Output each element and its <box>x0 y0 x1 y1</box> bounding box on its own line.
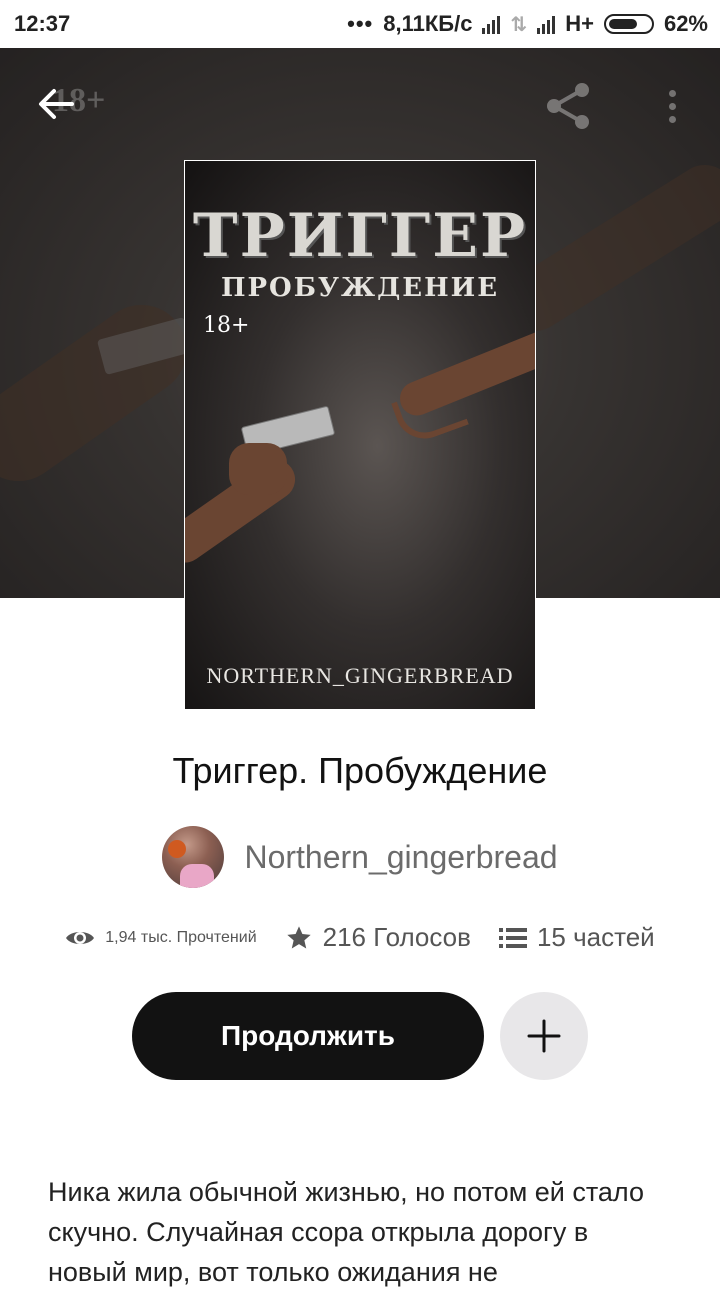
share-button[interactable] <box>540 78 596 134</box>
status-bar: 12:37 ••• 8,11КБ/с ⇅ H+ 62% <box>0 0 720 48</box>
author-name[interactable]: Northern_gingerbread <box>244 839 557 876</box>
cover-rating: 18+ <box>203 313 250 338</box>
network-speed: 8,11КБ/с <box>383 11 473 36</box>
stats-row: 1,94 тыс. Прочтений 216 Голосов 15 часте… <box>0 922 720 953</box>
battery-percent: 62% <box>663 11 708 36</box>
signal-icon-2 <box>537 14 556 34</box>
star-icon <box>286 925 311 948</box>
notification-dots: ••• <box>347 11 374 36</box>
share-icon <box>547 83 589 129</box>
cover-author: NORTHERN_GINGERBREAD <box>206 663 514 688</box>
data-transfer-icon: ⇅ <box>510 13 528 36</box>
back-button[interactable] <box>34 82 78 126</box>
signal-icon <box>482 14 501 34</box>
continue-reading-button[interactable]: Продолжить <box>132 992 484 1080</box>
book-cover[interactable]: ТРИГГЕР ПРОБУЖДЕНИЕ 18+ NORTHERN_GINGERB… <box>184 160 536 710</box>
add-to-library-button[interactable] <box>500 992 588 1080</box>
reads-stat: 1,94 тыс. Прочтений <box>65 927 257 949</box>
book-description: Ника жила обычной жизнью, но потом ей ст… <box>48 1177 645 1287</box>
plus-icon <box>527 1019 561 1053</box>
cover-subtitle: ПРОБУЖДЕНИЕ <box>220 273 500 303</box>
parts-stat: 15 частей <box>498 922 655 953</box>
votes-stat: 216 Голосов <box>285 922 471 953</box>
reads-count: 1,94 тыс. Прочтений <box>105 928 257 946</box>
arrow-left-icon <box>39 89 74 119</box>
battery-icon <box>603 14 654 34</box>
author-row[interactable]: Northern_gingerbread <box>0 826 720 888</box>
parts-count: 15 частей <box>536 922 655 952</box>
more-options-button[interactable] <box>652 78 692 134</box>
network-type: H+ <box>565 11 594 36</box>
list-icon <box>498 927 527 948</box>
status-right: ••• 8,11КБ/с ⇅ H+ 62% <box>347 11 708 37</box>
author-avatar[interactable] <box>162 826 225 888</box>
more-vertical-icon <box>668 89 676 97</box>
votes-count: 216 Голосов <box>322 922 471 952</box>
cover-title: ТРИГГЕР <box>192 201 528 271</box>
cover-fist-decoration <box>229 443 287 495</box>
book-title: Триггер. Пробуждение <box>172 750 548 791</box>
eye-icon <box>66 931 95 944</box>
status-time: 12:37 <box>14 11 71 36</box>
